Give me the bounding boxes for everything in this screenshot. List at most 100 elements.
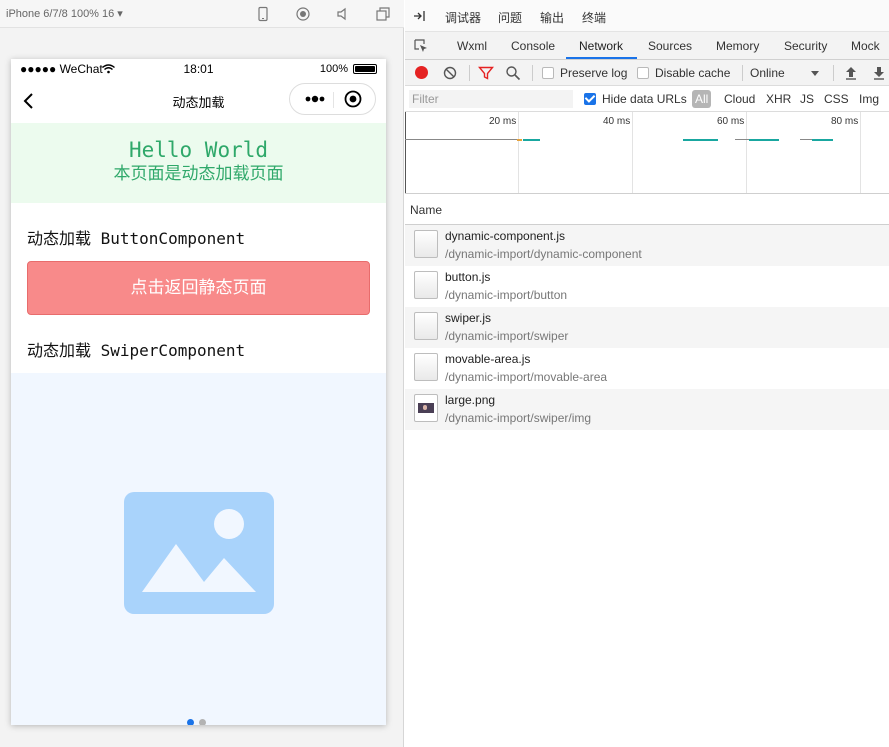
volume-icon[interactable] xyxy=(335,6,351,22)
timeline-gridline xyxy=(860,112,861,193)
preserve-log-checkbox[interactable] xyxy=(542,67,554,79)
battery-icon xyxy=(353,64,377,74)
swiper-section-label: 动态加载 SwiperComponent xyxy=(27,341,246,360)
timeline-tick-label: 60 ms xyxy=(717,116,745,127)
panel-tab-mock[interactable]: Mock xyxy=(851,39,880,53)
top-tab[interactable]: 问题 xyxy=(498,9,522,26)
hello-banner: Hello World 本页面是动态加载页面 xyxy=(11,123,386,203)
top-tab[interactable]: 输出 xyxy=(540,9,564,26)
battery-percent: 100% xyxy=(319,63,348,75)
toolbar-divider xyxy=(469,65,470,81)
device-selector[interactable]: iPhone 6/7/8 100% 16 ▾ xyxy=(6,7,123,20)
clear-icon[interactable] xyxy=(442,65,458,81)
hide-data-urls-checkbox[interactable] xyxy=(584,93,596,105)
download-icon[interactable] xyxy=(871,65,887,81)
type-filter-img[interactable]: Img xyxy=(859,92,879,106)
devtools-panel-tabs: Wxml Console Network Sources Memory Security M… xyxy=(405,32,889,60)
timeline-bar xyxy=(749,139,779,141)
capsule-menu xyxy=(289,83,376,115)
phone-icon[interactable] xyxy=(255,6,271,22)
request-row[interactable]: movable-area.js/dynamic-import/movable-a… xyxy=(405,348,889,389)
type-filter-js[interactable]: JS xyxy=(800,92,814,106)
script-file-icon xyxy=(414,312,438,340)
type-filter-all[interactable]: All xyxy=(692,90,712,108)
hide-data-urls-label: Hide data URLs xyxy=(602,92,687,106)
request-path: /dynamic-import/button xyxy=(445,288,568,302)
column-name-header[interactable]: Name xyxy=(410,203,442,217)
type-filter-cloud[interactable]: Cloud xyxy=(724,92,755,106)
panel-tab-console[interactable]: Console xyxy=(511,39,555,53)
request-path: /dynamic-import/dynamic-component xyxy=(445,247,642,261)
timeline-tick-label: 80 ms xyxy=(831,116,859,127)
timeline-gridline xyxy=(632,112,633,193)
image-file-icon xyxy=(414,394,438,422)
image-placeholder-icon xyxy=(124,492,274,614)
timeline-gridline xyxy=(746,112,747,193)
timeline-bar xyxy=(812,139,833,141)
timeline-bar xyxy=(517,139,522,141)
close-target-icon[interactable] xyxy=(344,90,362,108)
filter-input[interactable] xyxy=(409,90,573,108)
record-button[interactable] xyxy=(415,66,428,79)
more-dots-icon[interactable] xyxy=(302,90,330,108)
request-row[interactable]: large.png/dynamic-import/swiper/img xyxy=(405,389,889,430)
request-row[interactable]: button.js/dynamic-import/button xyxy=(405,266,889,307)
request-path: /dynamic-import/swiper/img xyxy=(445,411,592,425)
nav-bar: 动态加载 xyxy=(11,79,386,123)
window-icon[interactable] xyxy=(375,6,391,22)
request-name: swiper.js xyxy=(445,311,492,325)
devtools-panel: 调试器 问题 输出 终端 Wxml Console Network Sources Memor… xyxy=(405,0,889,747)
hello-subtitle: 本页面是动态加载页面 xyxy=(113,164,284,183)
top-tab[interactable]: 调试器 xyxy=(445,9,482,34)
timeline-bar xyxy=(523,139,540,141)
filter-bar: Hide data URLs All Cloud XHR JS CSS Img xyxy=(405,86,889,112)
network-toolbar: Preserve log Disable cache Online xyxy=(405,60,889,86)
search-icon[interactable] xyxy=(505,65,521,81)
type-filter-xhr[interactable]: XHR xyxy=(766,92,791,106)
timeline-bar xyxy=(683,139,718,141)
request-name: button.js xyxy=(445,270,491,284)
request-path: /dynamic-import/movable-area xyxy=(445,370,608,384)
timeline-bar xyxy=(405,139,517,140)
toolbar-divider xyxy=(532,65,533,81)
swiper-dot[interactable] xyxy=(187,719,194,725)
disable-cache-checkbox[interactable] xyxy=(637,67,649,79)
toolbar-divider xyxy=(833,65,834,81)
upload-icon[interactable] xyxy=(843,65,859,81)
swiper[interactable] xyxy=(11,373,386,725)
script-file-icon xyxy=(414,230,438,258)
request-row[interactable]: dynamic-component.js/dynamic-import/dyna… xyxy=(405,225,889,266)
panel-tab-memory[interactable]: Memory xyxy=(716,39,759,53)
request-name: large.png xyxy=(445,393,496,407)
active-tab-underline xyxy=(566,57,637,59)
script-file-icon xyxy=(414,271,438,299)
preserve-log-label: Preserve log xyxy=(560,66,628,80)
network-timeline: 20 ms 40 ms 60 ms 80 ms xyxy=(405,112,889,194)
record-icon[interactable] xyxy=(295,6,311,22)
panel-tab-sources[interactable]: Sources xyxy=(648,39,692,53)
timeline-start-line xyxy=(405,112,406,193)
request-row[interactable]: swiper.js/dynamic-import/swiper xyxy=(405,307,889,348)
button-section-label: 动态加载 ButtonComponent xyxy=(27,229,246,248)
panel-tab-wxml[interactable]: Wxml xyxy=(457,39,487,53)
dock-toggle-icon[interactable] xyxy=(413,9,427,23)
filter-icon[interactable] xyxy=(478,65,494,81)
panel-tab-network[interactable]: Network xyxy=(579,39,623,53)
swiper-dot[interactable] xyxy=(199,719,206,725)
type-filter-css[interactable]: CSS xyxy=(824,92,849,106)
simulator-panel: iPhone 6/7/8 100% 16 ▾ ●●●●● WeChat 18:0… xyxy=(0,0,404,747)
requests-list: dynamic-component.js/dynamic-import/dyna… xyxy=(405,225,889,430)
inspect-element-icon[interactable] xyxy=(414,39,428,53)
top-tab[interactable]: 终端 xyxy=(582,9,606,26)
back-to-static-button[interactable]: 点击返回静态页面 xyxy=(27,261,370,315)
script-file-icon xyxy=(414,353,438,381)
request-name: movable-area.js xyxy=(445,352,531,366)
panel-tab-security[interactable]: Security xyxy=(784,39,827,53)
swiper-dots xyxy=(187,715,211,725)
hello-title: Hello World xyxy=(128,138,269,162)
chevron-down-icon[interactable] xyxy=(810,66,820,80)
phone-screen: ●●●●● WeChat 18:01 100% 动态加载 Hello World… xyxy=(11,59,386,725)
capsule-divider xyxy=(333,92,334,108)
throttle-select[interactable]: Online xyxy=(750,66,785,80)
timeline-gridline xyxy=(518,112,519,193)
